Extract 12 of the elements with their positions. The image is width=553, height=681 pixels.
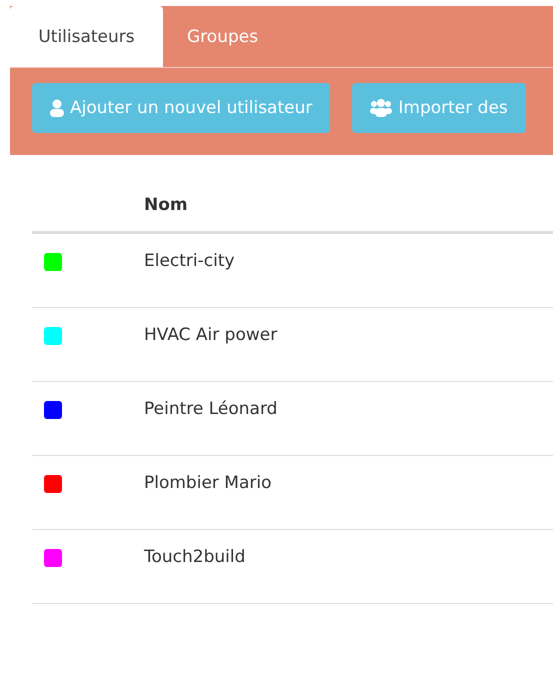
user-icon bbox=[50, 99, 64, 117]
add-user-button[interactable]: Ajouter un nouvel utilisateur bbox=[32, 83, 330, 133]
table-cell-text: Electri-city bbox=[144, 250, 235, 271]
table-cell-text: Peintre Léonard bbox=[144, 398, 278, 419]
table-cell-text: Plombier Mario bbox=[144, 472, 272, 493]
column-header: Nom bbox=[144, 195, 188, 215]
users-icon bbox=[370, 99, 392, 117]
tab[interactable]: Groupes bbox=[163, 6, 282, 67]
import-button[interactable]: Importer des bbox=[352, 83, 526, 133]
table-cell-text: HVAC Air power bbox=[144, 324, 278, 345]
tab[interactable]: Utilisateurs bbox=[10, 6, 163, 67]
table-cell-text: Touch2build bbox=[144, 546, 246, 567]
